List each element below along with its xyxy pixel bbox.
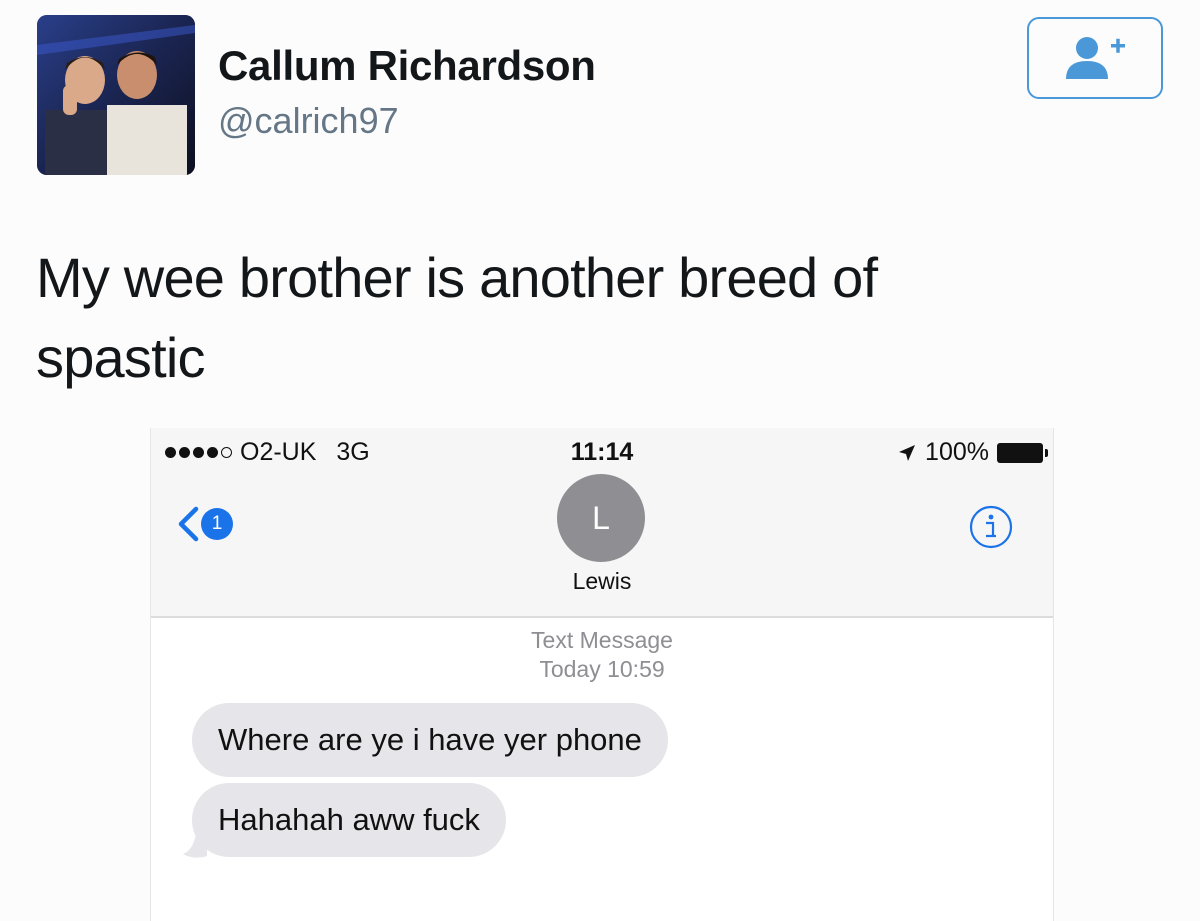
profile-photo bbox=[37, 15, 195, 175]
battery-percent: 100% bbox=[925, 438, 989, 466]
contact-name[interactable]: Lewis bbox=[151, 568, 1053, 595]
profile-avatar[interactable] bbox=[37, 15, 195, 175]
info-icon bbox=[969, 505, 1013, 549]
unread-badge: 1 bbox=[201, 508, 233, 540]
add-user-icon bbox=[1066, 37, 1125, 79]
message-bubble[interactable]: Hahahah aww fuck bbox=[192, 783, 506, 857]
message-timestamp: Today 10:59 bbox=[539, 656, 665, 682]
status-battery: 100% bbox=[897, 438, 1048, 467]
messages-header: O2-UK 3G 11:14 100% 1 L Lewis bbox=[151, 428, 1053, 618]
message-bubble[interactable]: Where are ye i have yer phone bbox=[192, 703, 668, 777]
location-arrow-icon bbox=[899, 444, 916, 461]
battery-icon bbox=[997, 442, 1048, 463]
bubble-tail-icon bbox=[183, 826, 207, 858]
contact-avatar[interactable]: L bbox=[557, 474, 645, 562]
service-label: Text Message bbox=[531, 627, 673, 653]
follow-button[interactable] bbox=[1027, 17, 1163, 99]
back-button[interactable]: 1 bbox=[177, 506, 233, 542]
display-name[interactable]: Callum Richardson bbox=[218, 42, 596, 90]
message-meta: Text Message Today 10:59 bbox=[151, 626, 1053, 684]
chevron-left-icon bbox=[178, 506, 199, 542]
messages-screenshot: O2-UK 3G 11:14 100% 1 L Lewis Text Messa… bbox=[150, 428, 1054, 921]
tweet-text: My wee brother is another breed of spast… bbox=[36, 246, 878, 389]
user-handle[interactable]: @calrich97 bbox=[218, 100, 399, 142]
info-button[interactable] bbox=[968, 504, 1014, 555]
